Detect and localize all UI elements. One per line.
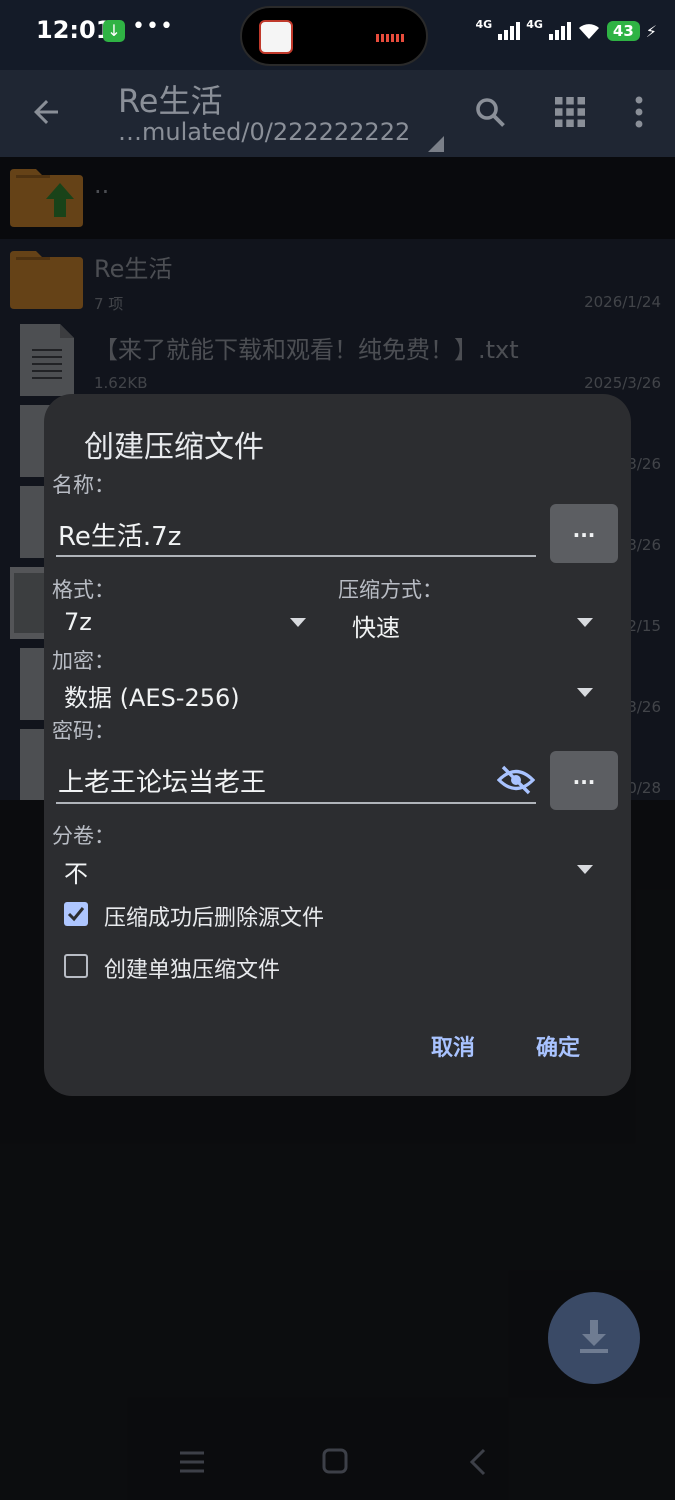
password-label: 密码：	[52, 719, 115, 743]
split-dropdown-icon[interactable]	[577, 865, 593, 874]
overflow-menu-icon[interactable]	[621, 94, 657, 130]
path-dropdown-icon[interactable]	[428, 136, 444, 152]
search-icon[interactable]	[472, 94, 508, 130]
page-title: Re生活	[118, 82, 223, 120]
battery-level: 43	[606, 21, 640, 41]
password-underline	[56, 802, 536, 804]
delete-source-label[interactable]: 压缩成功后删除源文件	[104, 900, 324, 932]
status-time: 12:01	[36, 16, 113, 44]
home-icon[interactable]	[322, 1448, 348, 1474]
download-fab[interactable]	[548, 1292, 640, 1384]
separate-archive-label[interactable]: 创建单独压缩文件	[104, 952, 280, 984]
media-thumbnail	[259, 20, 293, 54]
name-browse-button[interactable]: ...	[550, 504, 618, 563]
delete-source-checkbox[interactable]	[64, 902, 88, 926]
network-label-1: 4G	[475, 17, 493, 31]
dialog-title: 创建压缩文件	[84, 430, 264, 465]
charging-icon: ⚡	[645, 21, 657, 41]
cancel-button[interactable]: 取消	[431, 1030, 475, 1062]
checkmark-icon	[67, 907, 85, 922]
split-select[interactable]: 不	[64, 854, 88, 889]
back-arrow-icon[interactable]	[28, 94, 64, 130]
create-archive-dialog: 创建压缩文件 名称： Re生活.7z ... 格式： 7z 压缩方式： 快速 加…	[44, 394, 631, 1096]
encryption-select[interactable]: 数据 (AES-256)	[64, 678, 240, 713]
visibility-off-icon[interactable]	[497, 765, 535, 795]
recent-apps-icon[interactable]	[178, 1450, 206, 1474]
wifi-icon	[578, 24, 599, 39]
method-label: 压缩方式：	[338, 578, 443, 602]
download-icon	[580, 1320, 608, 1353]
back-nav-icon[interactable]	[468, 1448, 488, 1476]
encryption-label: 加密：	[52, 649, 115, 673]
signal-icon-1	[498, 22, 521, 40]
current-path[interactable]: …mulated/0/222222222	[118, 118, 410, 146]
app-bar: Re生活 …mulated/0/222222222	[0, 70, 675, 157]
status-bar: 12:01 ↓ ••• 4G 4G 43 ⚡	[0, 0, 675, 70]
split-label: 分卷：	[52, 824, 115, 848]
dynamic-island[interactable]	[240, 6, 428, 66]
format-label: 格式：	[52, 578, 115, 602]
format-dropdown-icon[interactable]	[290, 618, 306, 627]
archive-name-input[interactable]: Re生活.7z	[58, 516, 181, 553]
system-nav-bar	[0, 1430, 675, 1500]
signal-icon-2	[548, 22, 571, 40]
download-notification-icon: ↓	[103, 20, 125, 42]
compression-method-select[interactable]: 快速	[352, 608, 400, 643]
password-options-button[interactable]: ...	[550, 751, 618, 810]
ok-button[interactable]: 确定	[536, 1030, 580, 1062]
separate-archive-checkbox[interactable]	[64, 954, 88, 978]
method-dropdown-icon[interactable]	[577, 618, 593, 627]
more-notifications-icon: •••	[132, 14, 174, 39]
encryption-dropdown-icon[interactable]	[577, 688, 593, 697]
audio-wave-icon	[376, 34, 404, 42]
network-label-2: 4G	[526, 17, 543, 31]
status-icons: 4G 4G 43 ⚡	[476, 16, 657, 46]
grid-view-icon[interactable]	[552, 94, 588, 130]
name-label: 名称：	[52, 473, 115, 497]
format-select[interactable]: 7z	[64, 608, 92, 636]
name-underline	[56, 555, 536, 557]
password-input[interactable]: 上老王论坛当老王	[58, 762, 266, 799]
